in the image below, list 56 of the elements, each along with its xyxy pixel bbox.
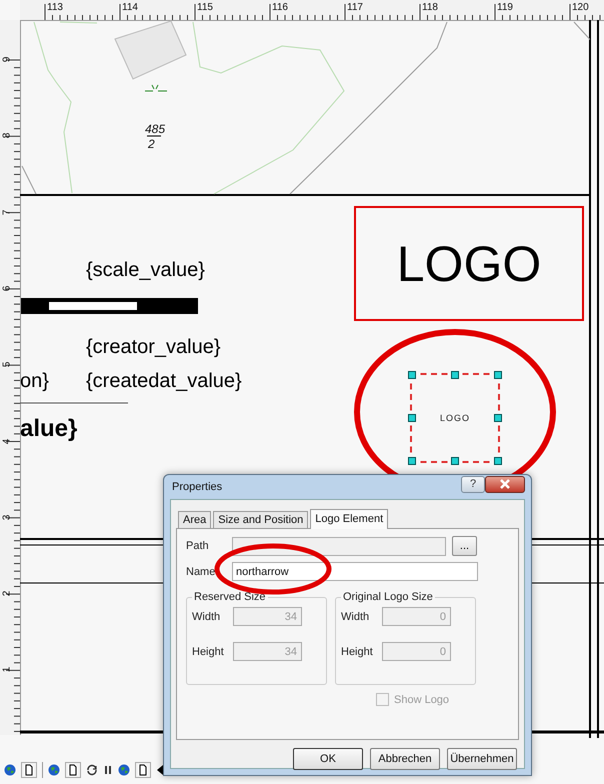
tab[interactable]: Size and Position [213, 511, 308, 528]
group-title: Original Logo Size [342, 591, 434, 603]
ruler-label: 120 [572, 2, 589, 13]
field-label: Name [186, 566, 216, 578]
ruler-label: 115 [197, 2, 213, 13]
field-label: Height [192, 646, 225, 658]
scale-field[interactable]: {scale_value} [86, 259, 205, 282]
field-label: Height [341, 646, 374, 658]
parcel-number: 485 [145, 122, 166, 136]
dialog-title: Properties [171, 481, 224, 493]
logo-element[interactable]: LOGO [410, 373, 500, 463]
page-icon[interactable] [135, 762, 151, 778]
group-title: Reserved Size [193, 591, 267, 603]
ruler-label: 3 [1, 514, 12, 520]
ruler-label: 117 [347, 2, 363, 13]
ruler-label: 113 [47, 2, 63, 13]
ruler-label: 116 [272, 2, 288, 13]
ruler-label: 119 [497, 2, 513, 13]
field-label: Width [341, 610, 370, 622]
ruler-label: 7 [1, 209, 12, 215]
pause-icon[interactable] [103, 765, 113, 775]
close-icon [499, 479, 511, 489]
ruler-label: 118 [422, 2, 438, 13]
ruler-label: 9 [1, 56, 12, 62]
tab[interactable]: Area [178, 511, 212, 528]
creator-field[interactable]: {creator_value} [86, 336, 221, 359]
title-field[interactable]: alue} [20, 415, 78, 443]
browse-button[interactable]: ... [452, 536, 477, 556]
dialog-button[interactable]: Abbrechen [370, 748, 440, 770]
help-button[interactable]: ? [461, 476, 485, 492]
left-arrow-icon[interactable] [156, 765, 164, 775]
name-field[interactable]: northarrow [232, 562, 478, 581]
ruler-label: 114 [122, 2, 138, 13]
globe-icon[interactable] [4, 764, 16, 776]
page-icon[interactable] [21, 762, 37, 778]
ruler-label: 1 [1, 667, 12, 673]
globe-icon[interactable] [118, 764, 130, 776]
field-label: Path [186, 540, 210, 552]
ruler-label: 5 [1, 362, 12, 368]
close-button[interactable] [485, 476, 525, 492]
refresh-icon[interactable] [86, 764, 98, 776]
ruler-label: 4 [1, 438, 12, 444]
date-field[interactable]: {createdat_value} [86, 370, 242, 393]
tab[interactable]: Logo Element [310, 509, 388, 529]
field-label: Width [192, 610, 222, 622]
ruler-label: 8 [1, 133, 12, 139]
page-icon[interactable] [65, 762, 81, 778]
checkbox-label: Show Logo [394, 694, 450, 706]
dialog-button[interactable]: Übernehmen [447, 748, 517, 770]
parcel-number: 2 [148, 137, 155, 151]
label-text: on} [20, 370, 49, 393]
dialog-button[interactable]: OK [293, 748, 363, 770]
logo-box[interactable]: LOGO [354, 206, 584, 321]
ruler-label: 6 [1, 286, 12, 292]
ruler-label: 2 [1, 590, 12, 596]
globe-icon[interactable] [48, 764, 60, 776]
